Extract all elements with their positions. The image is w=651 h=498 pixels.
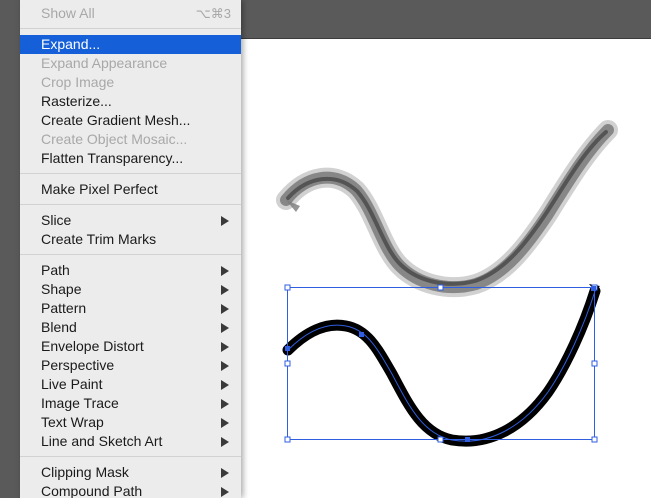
menu-item-label: Slice (41, 212, 72, 228)
submenu-arrow-icon (221, 216, 229, 226)
menu-item-blend[interactable]: Blend (20, 318, 241, 337)
menu-item-label: Flatten Transparency... (41, 150, 184, 166)
menu-item-rasterize[interactable]: Rasterize... (20, 92, 241, 111)
object-menu-dropdown: Show All ⌥⌘3 Expand... Expand Appearance Cro… (20, 0, 241, 498)
bbox-handle-bl (284, 436, 291, 443)
bbox-handle-tl (284, 284, 291, 291)
menu-separator (20, 204, 241, 205)
menu-item-envelope-distort[interactable]: Envelope Distort (20, 337, 241, 356)
submenu-arrow-icon (221, 266, 229, 276)
menu-item-label: Perspective (41, 357, 115, 373)
brush-stroke-upper[interactable] (276, 120, 618, 298)
menu-item-crop-image: Crop Image (20, 73, 241, 92)
menu-item-line-and-sketch-art[interactable]: Line and Sketch Art (20, 432, 241, 451)
menu-separator (20, 173, 241, 174)
menu-item-pattern[interactable]: Pattern (20, 299, 241, 318)
menu-item-create-trim-marks[interactable]: Create Trim Marks (20, 230, 241, 249)
menu-item-live-paint[interactable]: Live Paint (20, 375, 241, 394)
menu-item-label: Text Wrap (41, 414, 104, 430)
bbox-handle-br (591, 436, 598, 443)
submenu-arrow-icon (221, 361, 229, 371)
menu-item-expand[interactable]: Expand... (20, 35, 241, 54)
menu-item-perspective[interactable]: Perspective (20, 356, 241, 375)
menu-item-label: Envelope Distort (41, 338, 144, 354)
anchor-point (591, 286, 596, 291)
menu-item-path[interactable]: Path (20, 261, 241, 280)
menu-item-label: Show All (41, 5, 95, 21)
anchor-point (285, 346, 290, 351)
menu-item-slice[interactable]: Slice (20, 211, 241, 230)
submenu-arrow-icon (221, 285, 229, 295)
anchor-point (359, 332, 364, 337)
menu-item-label: Rasterize... (41, 93, 112, 109)
menu-item-make-pixel-perfect[interactable]: Make Pixel Perfect (20, 180, 241, 199)
menu-item-expand-appearance: Expand Appearance (20, 54, 241, 73)
menu-item-shortcut: ⌥⌘3 (195, 6, 231, 21)
menu-item-label: Crop Image (41, 74, 115, 90)
menu-item-create-object-mosaic: Create Object Mosaic... (20, 130, 241, 149)
submenu-arrow-icon (221, 418, 229, 428)
menu-item-label: Live Paint (41, 376, 103, 392)
menu-item-label: Compound Path (41, 483, 143, 498)
menu-item-label: Image Trace (41, 395, 119, 411)
menu-item-label: Shape (41, 281, 82, 297)
menu-separator (20, 456, 241, 457)
menu-item-create-gradient-mesh[interactable]: Create Gradient Mesh... (20, 111, 241, 130)
menu-item-image-trace[interactable]: Image Trace (20, 394, 241, 413)
submenu-arrow-icon (221, 399, 229, 409)
menu-item-label: Expand Appearance (41, 55, 168, 71)
menu-separator (20, 254, 241, 255)
menu-item-label: Make Pixel Perfect (41, 181, 158, 197)
illustrator-workspace: Show All ⌥⌘3 Expand... Expand Appearance Cro… (0, 0, 651, 498)
selection-bounding-box[interactable] (284, 284, 598, 443)
menu-item-label: Expand... (41, 36, 101, 52)
menu-item-shape[interactable]: Shape (20, 280, 241, 299)
menu-separator (20, 28, 241, 29)
brush-stroke-lower[interactable] (282, 284, 601, 447)
bbox-handle-ml (284, 360, 291, 367)
menu-item-label: Clipping Mask (41, 464, 129, 480)
submenu-arrow-icon (221, 380, 229, 390)
bbox-handle-bm (437, 436, 444, 443)
bbox-handle-mr (591, 360, 598, 367)
anchor-point (465, 437, 470, 442)
menu-item-label: Create Object Mosaic... (41, 131, 188, 147)
menu-item-label: Path (41, 262, 70, 278)
submenu-arrow-icon (221, 323, 229, 333)
menu-item-label: Blend (41, 319, 77, 335)
submenu-arrow-icon (221, 487, 229, 497)
menu-item-label: Create Trim Marks (41, 231, 157, 247)
menu-item-label: Create Gradient Mesh... (41, 112, 191, 128)
menu-item-label: Pattern (41, 300, 87, 316)
submenu-arrow-icon (221, 468, 229, 478)
submenu-arrow-icon (221, 304, 229, 314)
submenu-arrow-icon (221, 437, 229, 447)
submenu-arrow-icon (221, 342, 229, 352)
menu-item-show-all: Show All ⌥⌘3 (20, 4, 241, 23)
bbox-handle-tm (437, 284, 444, 291)
menu-item-clipping-mask[interactable]: Clipping Mask (20, 463, 241, 482)
menu-item-label: Line and Sketch Art (41, 433, 163, 449)
menu-item-compound-path[interactable]: Compound Path (20, 482, 241, 498)
menu-item-flatten-transparency[interactable]: Flatten Transparency... (20, 149, 241, 168)
menu-item-text-wrap[interactable]: Text Wrap (20, 413, 241, 432)
